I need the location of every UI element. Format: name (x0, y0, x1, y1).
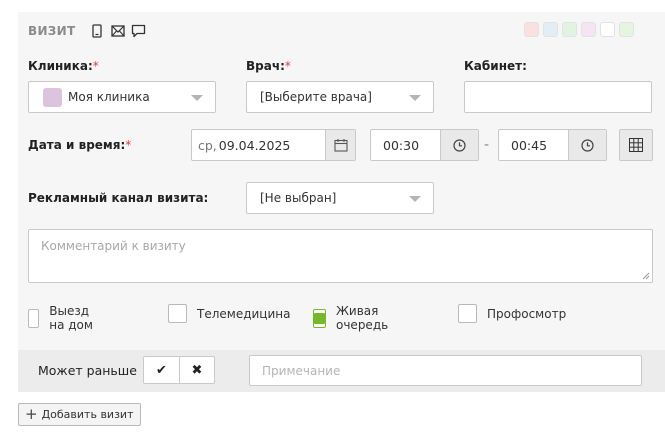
visit-header: ВИЗИТ (28, 20, 146, 42)
resize-handle-icon[interactable] (642, 272, 650, 280)
checkbox-label: Живая очередь (336, 304, 389, 332)
checkbox-box[interactable] (28, 308, 40, 328)
add-visit-label: Добавить визит (41, 408, 134, 421)
ad-channel-label: Рекламный канал визита: (28, 191, 209, 205)
checkbox-label: Телемедицина (197, 306, 291, 321)
comment-placeholder: Комментарий к визиту (41, 239, 186, 253)
date-value[interactable]: ср, 09.04.2025 (192, 130, 325, 160)
clinic-value: Моя клиника (68, 90, 150, 104)
mail-icon[interactable] (110, 24, 125, 39)
time-from-picker[interactable]: 00:30 (370, 129, 479, 161)
datetime-label: Дата и время:* (28, 138, 132, 152)
visit-title: ВИЗИТ (28, 24, 76, 38)
cabinet-label: Кабинет: (464, 59, 527, 73)
time-to-picker[interactable]: 00:45 (498, 129, 607, 161)
time-separator: - (484, 137, 490, 153)
ad-channel-value: [Не выбран] (260, 191, 337, 205)
doctor-select[interactable]: [Выберите врача] (246, 81, 434, 113)
clock-icon[interactable] (440, 130, 478, 160)
checkbox-home-visit[interactable]: Выезд на дом (28, 304, 97, 332)
cross-icon[interactable]: ✖ (179, 357, 214, 383)
color-swatch[interactable] (562, 22, 577, 37)
checkbox-box[interactable] (313, 308, 326, 328)
ad-channel-select[interactable]: [Не выбран] (246, 182, 434, 214)
checked-indicator (314, 312, 325, 324)
checkbox-checkup[interactable]: Профосмотр (458, 304, 566, 323)
earlier-toggle[interactable]: ✔ ✖ (143, 356, 215, 384)
checkbox-label: Профосмотр (487, 306, 567, 321)
checkbox-box[interactable] (458, 304, 477, 323)
doctor-label: Врач:* (246, 59, 291, 73)
date-picker[interactable]: ср, 09.04.2025 (191, 129, 356, 161)
earlier-label: Может раньше (38, 363, 137, 378)
phone-icon[interactable] (89, 24, 104, 39)
clinic-label: Клиника:* (28, 59, 99, 73)
checkbox-live-queue[interactable]: Живая очередь (313, 304, 394, 332)
clinic-color-swatch (43, 87, 62, 107)
chevron-down-icon (409, 95, 421, 101)
checkbox-label: Выезд на дом (49, 304, 93, 332)
time-to-value[interactable]: 00:45 (499, 130, 568, 160)
weekday: ср, (198, 137, 217, 153)
plus-icon: + (25, 405, 38, 423)
checkbox-box[interactable] (168, 304, 187, 323)
chevron-down-icon (409, 196, 421, 202)
color-swatches (524, 22, 634, 37)
chat-icon[interactable] (131, 24, 146, 39)
doctor-value: [Выберите врача] (260, 90, 372, 104)
clinic-select[interactable]: Моя клиника (28, 81, 216, 113)
color-swatch[interactable] (619, 22, 634, 37)
add-visit-button[interactable]: + Добавить визит (18, 403, 142, 426)
chevron-down-icon (191, 95, 203, 101)
note-input[interactable]: Примечание (249, 355, 642, 386)
comment-textarea[interactable]: Комментарий к визиту (28, 229, 653, 283)
color-swatch[interactable] (543, 22, 558, 37)
color-swatch[interactable] (524, 22, 539, 37)
checkbox-telemedicine[interactable]: Телемедицина (168, 304, 290, 323)
color-swatch[interactable] (581, 22, 596, 37)
schedule-grid-icon[interactable] (619, 129, 653, 161)
time-from-value[interactable]: 00:30 (371, 130, 440, 160)
date: 09.04.2025 (218, 137, 291, 153)
clock-icon[interactable] (568, 130, 606, 160)
note-placeholder: Примечание (262, 363, 341, 378)
color-swatch[interactable] (600, 22, 615, 37)
cabinet-input[interactable] (464, 81, 652, 113)
calendar-icon[interactable] (325, 130, 355, 160)
check-icon[interactable]: ✔ (144, 357, 179, 383)
